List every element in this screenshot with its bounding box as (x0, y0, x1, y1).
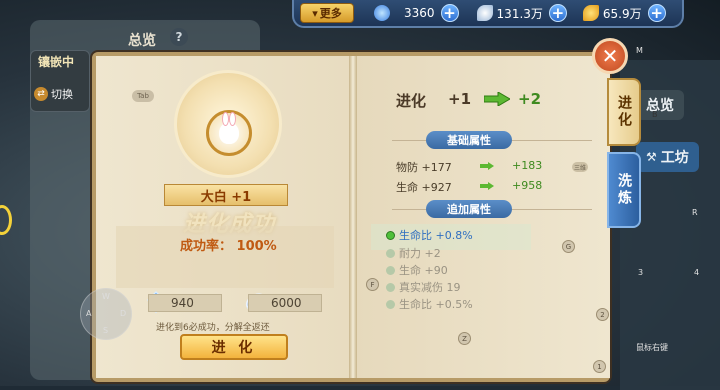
arrow-right-icon (484, 92, 510, 106)
key-hint-1: 1 (593, 360, 606, 373)
feather-cost-value: 6000 (271, 296, 302, 310)
next-level: +2 (518, 90, 542, 108)
extra-stat-text: 生命比 +0.5% (399, 298, 473, 311)
evolve-button[interactable]: 进 化 (180, 334, 288, 360)
base-stat-name: 物防 +177 (396, 161, 452, 174)
key-hint-4: 4 (694, 268, 700, 277)
current-level: +1 (448, 90, 472, 108)
pet-name-banner: 大白 +1 (164, 184, 288, 206)
key-hint-mouse-right: 鼠标右键 (636, 343, 668, 352)
hammer-icon: ⚒ (646, 150, 657, 164)
help-icon[interactable]: ? (170, 28, 188, 46)
gray-dot-icon (386, 248, 395, 258)
compare-tag[interactable]: 三维 (572, 162, 588, 172)
swap-icon: ⇄ (34, 87, 48, 101)
book-spine (349, 56, 357, 378)
gray-dot-icon (386, 265, 395, 275)
close-button[interactable]: ✕ (592, 38, 628, 74)
rabbit-icon (219, 112, 239, 144)
extra-stat-row: 生命比 +0.5% (386, 296, 473, 312)
success-rate: 成功率： 100% (180, 239, 277, 254)
evolve-label: 进化 (396, 92, 427, 110)
evolve-book-panel: Tab 大白 +1 进化成功 成功率： 100% 940 6000 进化到6必成… (92, 52, 610, 382)
tab-evolve-label: 进化 (616, 95, 632, 129)
add-feather-button[interactable]: + (548, 4, 567, 22)
key-hint-a: A (86, 309, 92, 318)
key-hint-d: D (120, 309, 127, 318)
add-crystal-button[interactable]: + (440, 4, 459, 22)
chevron-down-icon: ▾ (312, 6, 318, 20)
arrow-right-icon (480, 162, 494, 170)
close-icon: ✕ (601, 44, 619, 68)
add-gold-button[interactable]: + (647, 4, 666, 22)
base-stat-name: 生命 +927 (396, 181, 452, 194)
embed-status-label: 镶嵌中 (38, 55, 75, 69)
key-hint-f: F (366, 278, 379, 291)
gray-dot-icon (386, 299, 395, 309)
silver-feather-icon (476, 5, 493, 21)
currency-feather: 131.3万 (476, 5, 543, 22)
side-tab-workshop-label: 工坊 (660, 150, 689, 166)
tab-key-hint: Tab (132, 90, 154, 102)
key-hint-2: 2 (596, 308, 609, 321)
tab-wash[interactable]: 洗炼 (607, 152, 641, 228)
key-hint-m: M (636, 46, 643, 55)
tab-wash-label: 洗炼 (616, 173, 632, 207)
blue-crystal-icon (374, 5, 390, 21)
key-hint-z: Z (458, 332, 471, 345)
more-button-label: 更多 (319, 7, 342, 20)
key-hint-b: B (652, 110, 658, 119)
currency-crystal: 3360 (374, 5, 435, 21)
switch-button[interactable]: ⇄ 切换 (34, 86, 73, 102)
base-stat-next: +958 (512, 179, 543, 192)
extra-stat-text: 生命比 +0.8% (399, 229, 473, 242)
extra-stat-row: 耐力 +2 (386, 245, 441, 261)
currency-crystal-value: 3360 (404, 6, 435, 20)
extra-stat-text: 耐力 +2 (399, 247, 441, 260)
gold-leaf-icon (582, 5, 599, 21)
currency-bar: ▾ 更多 3360 + 131.3万 + 65.9万 + (292, 0, 684, 28)
switch-label: 切换 (51, 88, 73, 101)
key-hint-r: R (692, 208, 698, 217)
side-tab-workshop[interactable]: ⚒ 工坊 (636, 142, 699, 172)
key-hint-3: 3 (638, 268, 644, 277)
base-stat-next: +183 (512, 159, 543, 172)
base-attr-header: 基础属性 (426, 131, 512, 149)
evolve-hint: 进化到6必成功，分解全返还 (156, 323, 270, 333)
arrow-right-icon (480, 182, 494, 190)
pet-avatar[interactable] (206, 110, 252, 156)
key-hint-w: W (102, 292, 110, 301)
crystal-cost: 940 (148, 294, 222, 312)
currency-gold-value: 65.9万 (602, 6, 642, 21)
currency-feather-value: 131.3万 (496, 6, 543, 21)
key-hint-s: S (103, 326, 109, 335)
key-hint-g: G (562, 240, 575, 253)
extra-stat-text: 真实减伤 19 (399, 281, 461, 294)
extra-attr-header: 追加属性 (426, 200, 512, 218)
side-tab-overview-label: 总览 (646, 98, 674, 114)
green-dot-icon (386, 230, 395, 240)
currency-gold: 65.9万 (582, 5, 642, 22)
more-button[interactable]: ▾ 更多 (300, 3, 354, 23)
overview-title: 总览 (128, 33, 156, 49)
extra-stat-row: 真实减伤 19 (386, 279, 461, 295)
gray-dot-icon (386, 282, 395, 292)
tab-evolve[interactable]: 进化 (607, 78, 641, 146)
extra-stat-text: 生命 +90 (399, 264, 448, 277)
pet-name: 大白 +1 (200, 189, 252, 205)
side-tab-overview[interactable]: 总览 (636, 90, 684, 120)
feather-cost: 6000 (248, 294, 322, 312)
extra-stat-row: 生命 +90 (386, 262, 448, 278)
crystal-cost-value: 940 (171, 296, 194, 310)
extra-stat-row: 生命比 +0.8% (386, 227, 473, 243)
